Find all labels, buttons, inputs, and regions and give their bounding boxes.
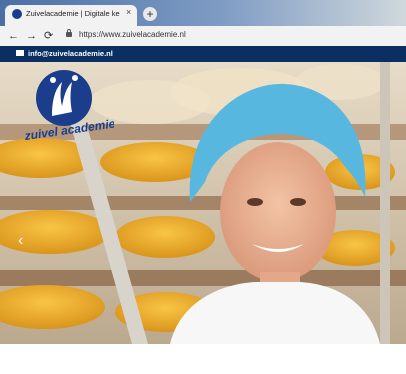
browser-tab[interactable]: Zuivelacademie | Digitale kennis × [5, 5, 137, 26]
zuivel-academie-logo[interactable]: zuivel academie [22, 68, 114, 140]
reload-icon[interactable]: ⟳ [44, 29, 53, 43]
contact-bar: info@zuivelacademie.nl [0, 46, 406, 62]
tab-close-icon[interactable]: × [126, 7, 131, 17]
email-link[interactable]: info@zuivelacademie.nl [28, 49, 113, 58]
browser-tab-strip: Zuivelacademie | Digitale kennis × + [0, 0, 406, 26]
address-bar[interactable]: https://www.zuivelacademie.nl [79, 30, 186, 39]
new-tab-button[interactable]: + [143, 7, 157, 21]
tab-favicon-icon [12, 9, 22, 19]
back-arrow-icon[interactable]: ← [8, 29, 19, 43]
carousel-prev-button[interactable]: ‹ [18, 232, 23, 250]
browser-toolbar: ← → ⟳ https://www.zuivelacademie.nl [0, 26, 406, 47]
forward-arrow-icon[interactable]: → [26, 29, 37, 43]
hero-banner: zuivel academie ‹ [0, 62, 406, 344]
mail-icon [16, 50, 24, 56]
tab-title: Zuivelacademie | Digitale kennis [26, 9, 120, 18]
lock-icon [66, 29, 72, 37]
